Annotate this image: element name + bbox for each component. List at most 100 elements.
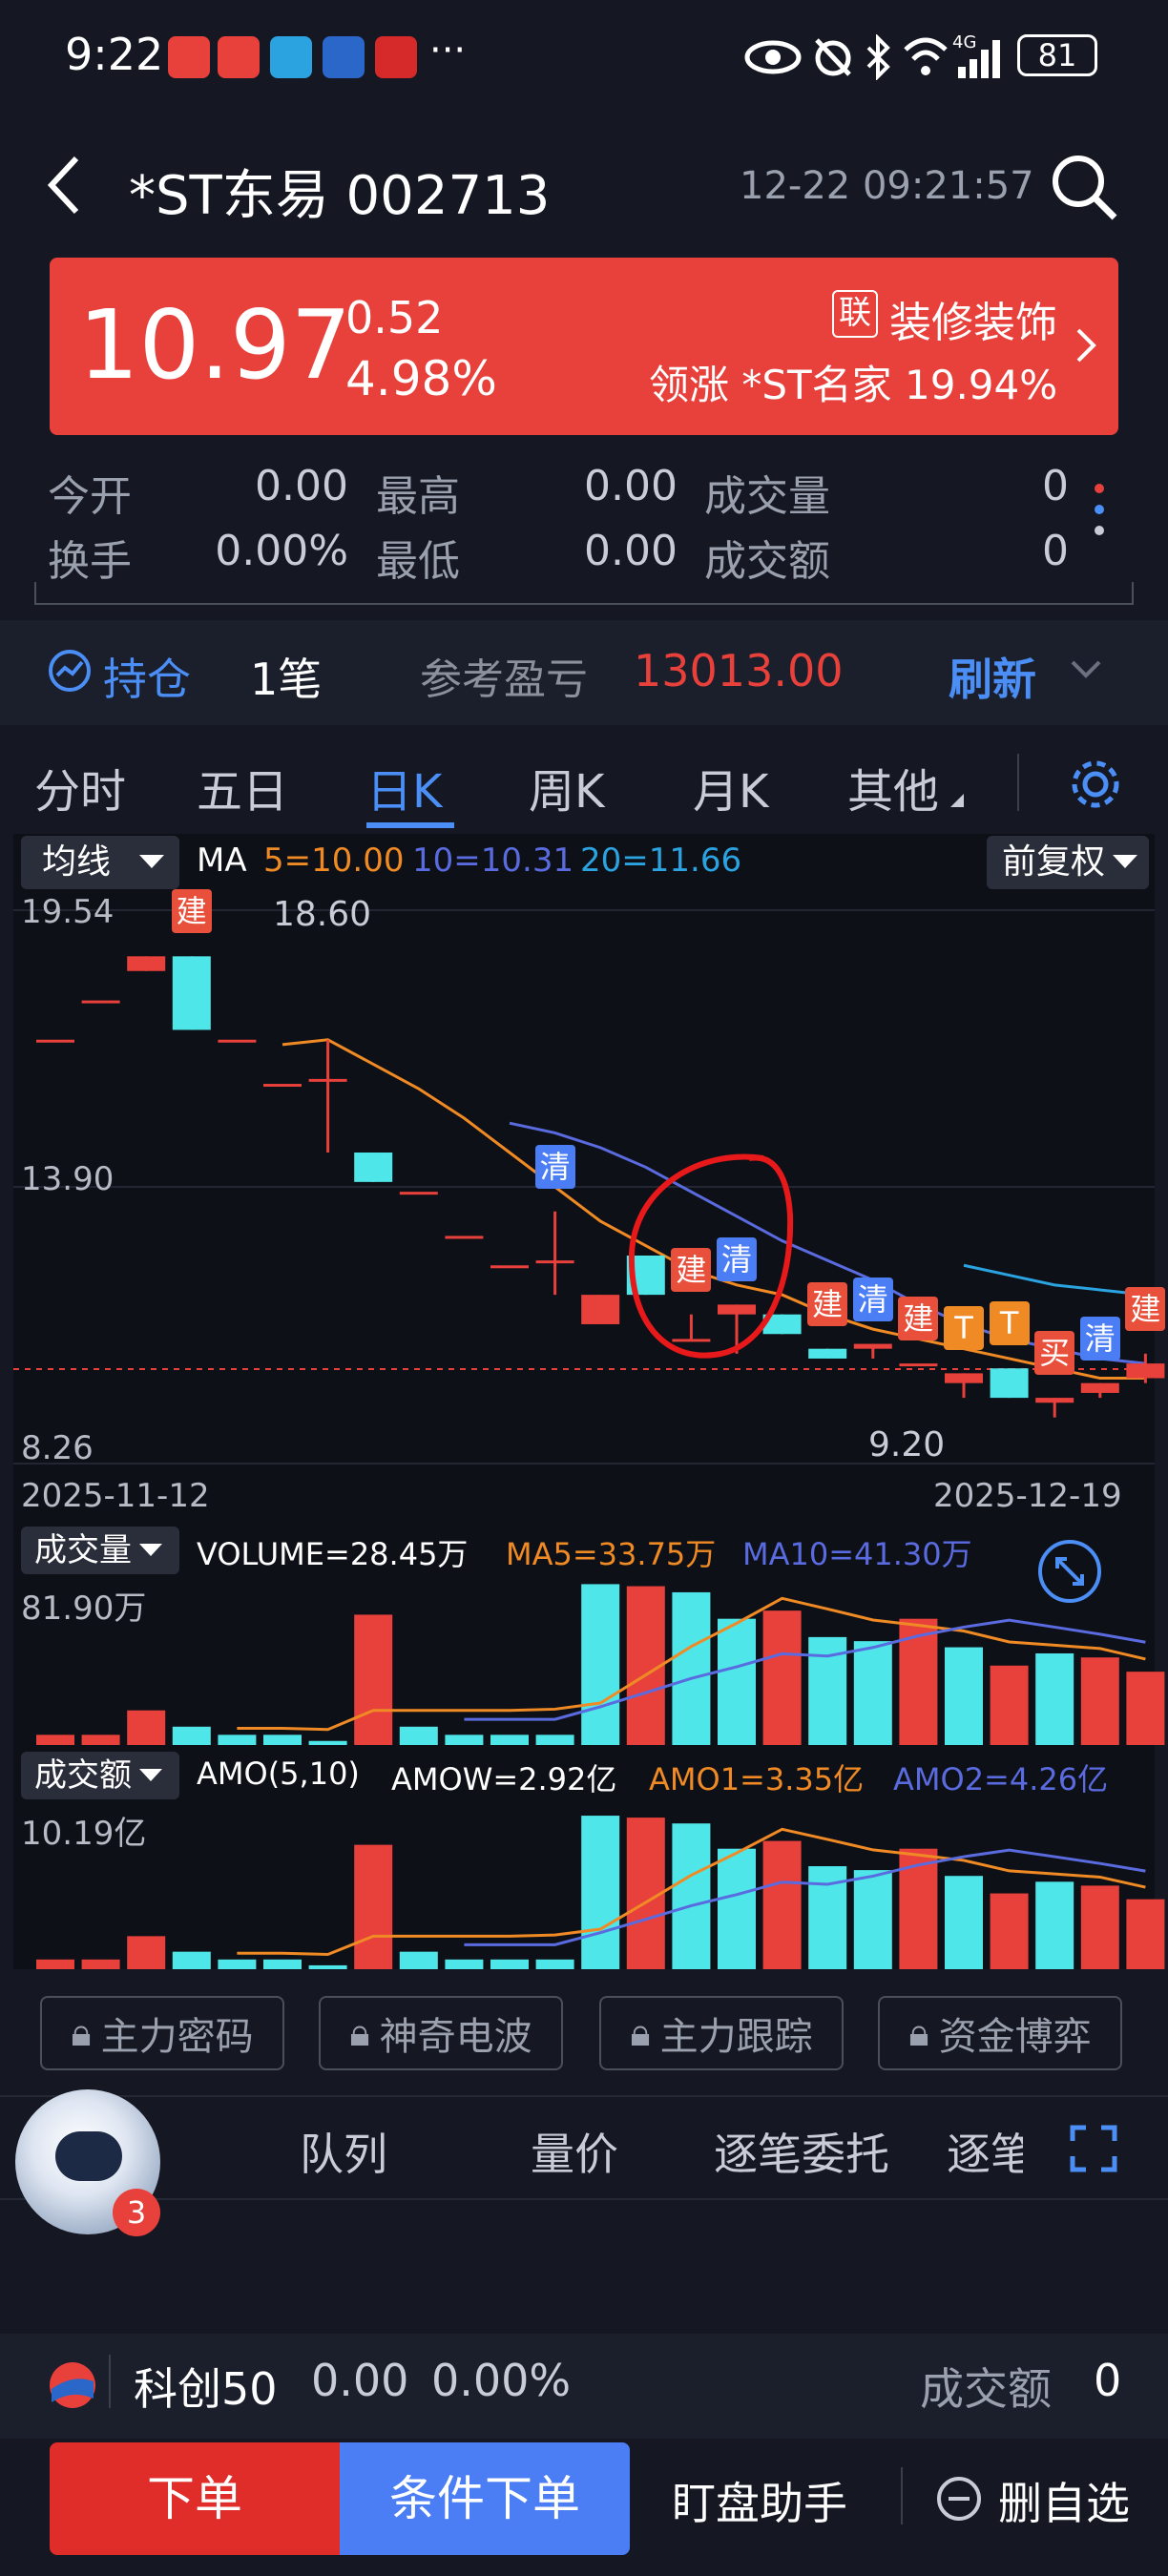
date-start: 2025-11-12 bbox=[21, 1477, 210, 1515]
astronaut-visor-icon bbox=[55, 2131, 122, 2181]
signal-build-marker[interactable]: 建 bbox=[171, 889, 212, 934]
tab-other-dropdown-icon bbox=[950, 794, 964, 807]
kline-chart[interactable] bbox=[0, 834, 1168, 1979]
index-pct: 0.00% bbox=[431, 2355, 572, 2406]
chevron-down-icon[interactable] bbox=[1069, 658, 1103, 681]
min-price-mark: 9.20 bbox=[868, 1425, 946, 1465]
eye-icon bbox=[744, 40, 802, 74]
order-button[interactable]: 下单 bbox=[50, 2442, 340, 2555]
more-notifications-icon: ··· bbox=[429, 29, 467, 73]
candle-body bbox=[1126, 1363, 1165, 1379]
amount-bar bbox=[399, 1951, 438, 1969]
tab-other[interactable]: 其他 bbox=[847, 754, 939, 821]
volume-bar bbox=[308, 1740, 347, 1745]
candle-body bbox=[1035, 1398, 1074, 1403]
volume-selector-caret-icon bbox=[139, 1544, 162, 1556]
amount-max: 10.19亿 bbox=[21, 1815, 147, 1853]
open-value: 0.00 bbox=[255, 462, 348, 510]
candle-body bbox=[218, 1039, 257, 1043]
index-value: 0.00 bbox=[311, 2355, 409, 2406]
position-trend-icon[interactable] bbox=[48, 649, 92, 693]
turnover-value: 0.00% bbox=[215, 527, 348, 575]
candle-body bbox=[990, 1368, 1029, 1399]
signal-clear-marker[interactable]: 清 bbox=[852, 1277, 893, 1321]
volume-bar bbox=[36, 1735, 74, 1745]
signal-clear-marker[interactable]: 清 bbox=[1079, 1316, 1120, 1361]
volume-bar bbox=[172, 1726, 211, 1745]
amount-amow: AMOW=2.92亿 bbox=[391, 1761, 617, 1797]
signal-build-marker[interactable]: 建 bbox=[1125, 1286, 1166, 1331]
tool-main-password[interactable]: 🔒︎ 主力密码 bbox=[40, 1996, 284, 2070]
expand-chart-icon[interactable] bbox=[1036, 1538, 1103, 1605]
ma20-value: 20=11.66 bbox=[580, 841, 742, 880]
remove-watchlist-button[interactable]: 删自选 bbox=[998, 2469, 1130, 2532]
candle-body bbox=[399, 1192, 438, 1195]
tab-intraday[interactable]: 分时 bbox=[34, 754, 126, 821]
signal-buy-marker[interactable]: 买 bbox=[1034, 1331, 1075, 1376]
candle-body bbox=[1080, 1382, 1119, 1393]
adjust-selector-caret-icon bbox=[1113, 855, 1137, 868]
watch-assistant-button[interactable]: 盯盘助手 bbox=[672, 2469, 847, 2532]
signal-build-marker[interactable]: 建 bbox=[898, 1297, 939, 1341]
amount-bar bbox=[672, 1823, 711, 1969]
settings-gear-icon[interactable] bbox=[1067, 756, 1124, 813]
active-tab-indicator bbox=[366, 822, 454, 828]
tab-monthly-k[interactable]: 月K bbox=[693, 754, 768, 821]
volume-bar bbox=[399, 1726, 438, 1745]
subtab-queue[interactable]: 队列 bbox=[300, 2120, 387, 2183]
search-icon[interactable] bbox=[1050, 153, 1118, 221]
candle-body bbox=[490, 1265, 529, 1269]
expand-stats-handle[interactable] bbox=[34, 582, 1134, 605]
lock-icon: 🔒︎ bbox=[349, 2011, 370, 2055]
current-price: 10.97 bbox=[78, 289, 352, 401]
low-label: 最低 bbox=[376, 537, 460, 586]
position-label[interactable]: 持仓 bbox=[103, 645, 191, 708]
index-logo-icon bbox=[50, 2362, 95, 2408]
volume-bar bbox=[127, 1710, 166, 1745]
signal-clear-marker[interactable]: 清 bbox=[534, 1144, 575, 1189]
volume-value: 0 bbox=[1042, 462, 1069, 510]
fullscreen-icon[interactable] bbox=[1069, 2124, 1118, 2173]
open-label: 今开 bbox=[48, 472, 132, 521]
y-axis-bottom: 8.26 bbox=[21, 1429, 94, 1467]
candle-body bbox=[445, 1236, 484, 1239]
price-change: 0.52 bbox=[345, 292, 444, 343]
signal-t-marker[interactable]: T bbox=[989, 1301, 1030, 1346]
more-dots-icon[interactable] bbox=[1088, 477, 1111, 544]
signal-t-marker[interactable]: T bbox=[944, 1306, 984, 1351]
volume-bar bbox=[945, 1647, 983, 1745]
huawei-app-icon bbox=[218, 36, 260, 78]
quote-datetime: 12-22 09:21:57 bbox=[740, 164, 1034, 208]
subtab-volume-price[interactable]: 量价 bbox=[531, 2120, 618, 2183]
price-banner[interactable]: 10.97 0.52 4.98% 联 装修装饰 领涨 *ST名家 19.94% bbox=[50, 258, 1118, 435]
tool-fund-game[interactable]: 🔒︎ 资金博弈 bbox=[878, 1996, 1122, 2070]
sector-name: 装修装饰 bbox=[889, 299, 1057, 347]
signal-clear-marker[interactable]: 清 bbox=[717, 1237, 757, 1282]
volume-bar bbox=[1126, 1672, 1165, 1745]
tab-weekly-k[interactable]: 周K bbox=[529, 754, 604, 821]
back-icon[interactable] bbox=[46, 155, 84, 216]
date-end: 2025-12-19 bbox=[933, 1477, 1122, 1515]
tab-daily-k[interactable]: 日K bbox=[366, 754, 442, 821]
remove-circle-icon[interactable] bbox=[935, 2475, 983, 2523]
divider bbox=[109, 2355, 111, 2408]
subtab-tick-detail[interactable]: 逐笔 bbox=[947, 2120, 1023, 2183]
volume-bar bbox=[354, 1614, 393, 1745]
signal-build-marker[interactable]: 建 bbox=[807, 1281, 848, 1326]
pnl-value: 13013.00 bbox=[634, 645, 844, 696]
volume-bar bbox=[581, 1584, 620, 1745]
tool-main-tracking[interactable]: 🔒︎ 主力跟踪 bbox=[599, 1996, 844, 2070]
high-label: 最高 bbox=[376, 472, 460, 521]
tab-five-day[interactable]: 五日 bbox=[197, 754, 288, 821]
divider bbox=[901, 2467, 903, 2524]
signal-icon bbox=[958, 40, 1000, 78]
volume-bar bbox=[990, 1665, 1029, 1745]
subtab-order-detail[interactable]: 逐笔委托 bbox=[714, 2120, 889, 2183]
refresh-button[interactable]: 刷新 bbox=[949, 645, 1036, 708]
signal-build-marker[interactable]: 建 bbox=[671, 1247, 712, 1292]
tool-magic-wave[interactable]: 🔒︎ 神奇电波 bbox=[319, 1996, 563, 2070]
conditional-order-button[interactable]: 条件下单 bbox=[340, 2442, 630, 2555]
volume-bar bbox=[899, 1618, 938, 1745]
volume-bar bbox=[445, 1735, 484, 1745]
alarm-off-icon bbox=[815, 38, 851, 76]
